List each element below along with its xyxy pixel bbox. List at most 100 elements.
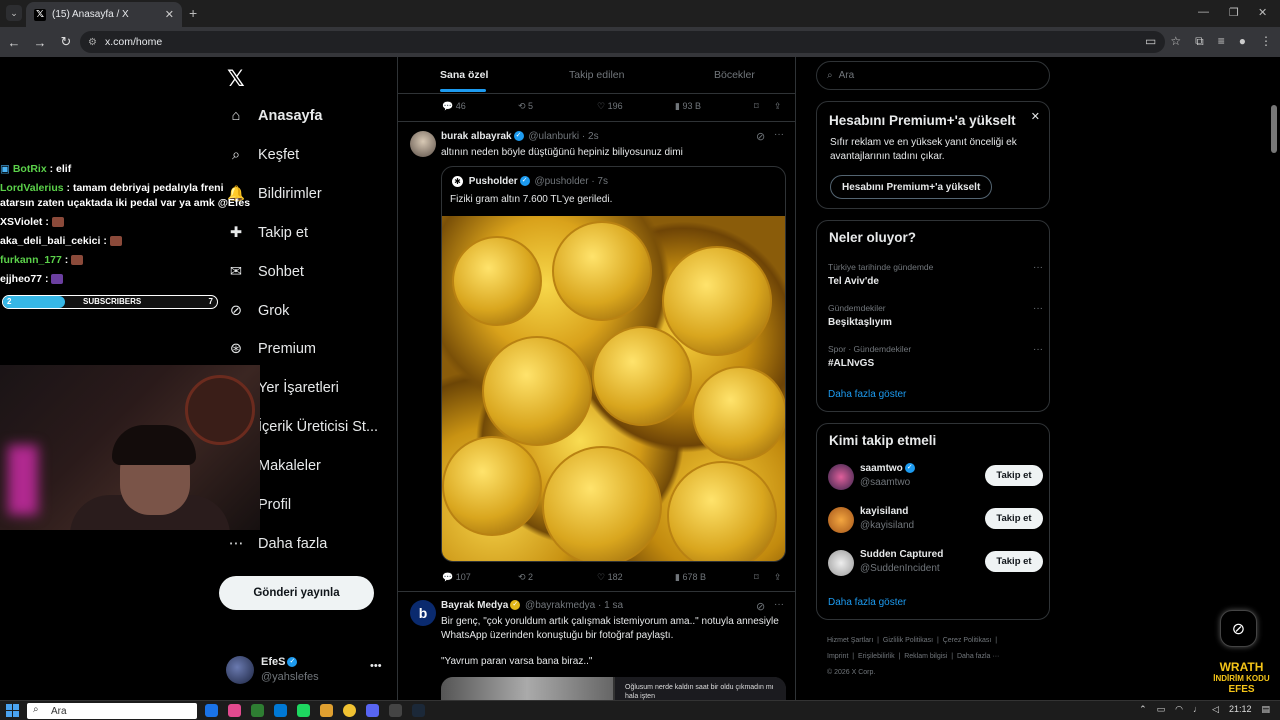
toolbar-icons: ▭ ☆ ⧉ ≡ ● ⋮ (1145, 34, 1272, 49)
more-dots-icon[interactable]: ··· (774, 129, 784, 140)
tab-following[interactable]: Takip edilen (569, 69, 624, 81)
like-button[interactable]: ♡ 182 (597, 572, 623, 583)
discord-icon[interactable] (366, 704, 379, 717)
show-more-trends-link[interactable]: Daha fazla göster (828, 389, 906, 400)
footer-link[interactable]: Daha fazla ··· (957, 653, 999, 660)
share-icon[interactable]: ⇪ (774, 101, 782, 112)
quoted-tweet[interactable]: ✱ Pusholder ✓ @pusholder · 7s Fiziki gram… (441, 166, 786, 562)
tab-for-you[interactable]: Sana özel (440, 69, 488, 81)
x-logo-icon: 𝕏 (34, 8, 46, 21)
restore-icon[interactable]: ❐ (1229, 6, 1239, 19)
premium-title: Hesabını Premium+'a yükselt (829, 113, 1016, 128)
bookmark-icon[interactable]: ⌑ (754, 101, 759, 112)
tab-spaces[interactable]: Böcekler (714, 69, 755, 81)
minimize-icon[interactable]: — (1198, 6, 1209, 18)
chrome-icon[interactable] (343, 704, 356, 717)
bookmark-star-icon[interactable]: ☆ (1170, 34, 1181, 49)
nav-item-grok[interactable]: ⊘ Grok (226, 301, 290, 321)
footer-link[interactable]: Erişilebilirlik (858, 653, 895, 660)
nav-item-home[interactable]: ⌂ Anasayfa (226, 106, 323, 126)
nav-item-more[interactable]: ⋯ Daha fazla (226, 534, 328, 554)
address-bar[interactable]: ⚙ x.com/home (80, 31, 1165, 53)
footer-link[interactable]: Reklam bilgisi (904, 653, 947, 660)
mic-icon[interactable]: ♩ (1193, 704, 1202, 715)
clock[interactable]: 21:12 (1229, 704, 1252, 715)
trend-item[interactable]: Türkiye tarihinde gündemde Tel Aviv'de ·… (828, 262, 1043, 287)
tweet-image[interactable]: Oğlusum nerde kaldın saat bir oldu çıkma… (441, 677, 786, 700)
forward-icon[interactable]: → (28, 35, 52, 50)
app-icon[interactable] (274, 704, 287, 717)
network-icon[interactable]: ▭ (1157, 704, 1166, 715)
volume-icon[interactable]: ◁ (1212, 704, 1219, 715)
back-icon[interactable]: ← (2, 35, 26, 50)
x-logo-icon[interactable]: 𝕏 (227, 66, 245, 92)
views-button[interactable]: ▮ 93 B (675, 101, 701, 112)
grok-fab-button[interactable]: ⊘ (1220, 610, 1257, 647)
reload-icon[interactable]: ↻ (54, 34, 78, 50)
edge-icon[interactable] (205, 704, 218, 717)
follow-suggestion[interactable]: kayisiland @kayisiland Takip et (828, 505, 1043, 535)
footer-link[interactable]: Hizmet Şartları (827, 637, 873, 644)
app-icon[interactable] (228, 704, 241, 717)
footer-link[interactable]: Çerez Politikası (943, 637, 992, 644)
scrollbar-thumb[interactable] (1271, 105, 1277, 153)
trend-item[interactable]: Gündemdekiler Beşiktaşlıyım ··· (828, 303, 1043, 328)
app-icon[interactable] (251, 704, 264, 717)
nav-item-premium[interactable]: ⊛ Premium (226, 339, 316, 359)
share-icon[interactable]: ⇪ (774, 572, 782, 583)
cast-icon[interactable]: ▭ (1145, 34, 1156, 49)
repost-button[interactable]: ⟲ 5 (518, 101, 533, 112)
reading-list-icon[interactable]: ≡ (1218, 34, 1225, 49)
post-button[interactable]: Gönderi yayınla (219, 576, 374, 610)
profile-avatar-icon[interactable]: ● (1239, 34, 1246, 49)
steam-icon[interactable] (412, 704, 425, 717)
account-switcher[interactable]: EfeS ✓ @yahslefes ••• (226, 656, 386, 686)
new-tab-button[interactable]: + (189, 5, 197, 21)
more-dots-icon[interactable]: ··· (774, 599, 784, 610)
follow-button[interactable]: Takip et (985, 508, 1043, 529)
like-button[interactable]: ♡ 196 (597, 101, 623, 112)
more-dots-icon[interactable]: ··· (1033, 344, 1043, 355)
app-icon[interactable] (389, 704, 402, 717)
profile-name: EfeS ✓ (261, 656, 299, 668)
close-icon[interactable]: ✕ (1031, 110, 1040, 123)
avatar[interactable]: b (410, 600, 436, 626)
notification-icon[interactable]: ▤ (1261, 704, 1270, 715)
grok-icon[interactable]: ⊘ (756, 600, 765, 613)
more-dots-icon[interactable]: ··· (1033, 262, 1043, 273)
avatar[interactable] (410, 131, 436, 157)
grok-icon[interactable]: ⊘ (756, 130, 765, 143)
close-tab-icon[interactable]: ✕ (165, 8, 174, 21)
footer-link[interactable]: Gizlilik Politikası (883, 637, 933, 644)
more-dots-icon[interactable]: ··· (1033, 303, 1043, 314)
reply-button[interactable]: 💬 46 (442, 101, 466, 112)
wifi-icon[interactable]: ◠ (1175, 704, 1183, 715)
search-input[interactable]: ⌕ Ara (816, 61, 1050, 90)
spotify-icon[interactable] (297, 704, 310, 717)
show-more-follow-link[interactable]: Daha fazla göster (828, 597, 906, 608)
gold-coins-image[interactable] (442, 216, 785, 561)
site-info-icon[interactable]: ⚙ (88, 37, 97, 48)
follow-suggestion[interactable]: Sudden Captured @SuddenIncident Takip et (828, 548, 1043, 578)
suggestion-handle: @saamtwo (860, 477, 911, 488)
more-dots-icon[interactable]: ••• (370, 660, 382, 672)
follow-button[interactable]: Takip et (985, 551, 1043, 572)
reply-button[interactable]: 💬 107 (442, 572, 471, 583)
extensions-icon[interactable]: ⧉ (1195, 34, 1204, 49)
windows-start-icon[interactable] (6, 704, 19, 717)
folder-icon[interactable] (320, 704, 333, 717)
premium-upgrade-button[interactable]: Hesabını Premium+'a yükselt (830, 175, 993, 199)
taskbar-search[interactable]: ⌕ Ara (27, 703, 197, 719)
follow-suggestion[interactable]: saamtwo ✓ @saamtwo Takip et (828, 462, 1043, 492)
tray-chevron-icon[interactable]: ⌃ (1139, 704, 1147, 715)
tab-search-button[interactable]: ⌄ (6, 5, 22, 21)
browser-tab[interactable]: 𝕏 (15) Anasayfa / X ✕ (26, 2, 182, 27)
close-window-icon[interactable]: ✕ (1258, 6, 1267, 19)
footer-link[interactable]: Imprint (827, 653, 848, 660)
follow-button[interactable]: Takip et (985, 465, 1043, 486)
menu-icon[interactable]: ⋮ (1260, 34, 1272, 49)
views-button[interactable]: ▮ 678 B (675, 572, 706, 583)
repost-button[interactable]: ⟲ 2 (518, 572, 533, 583)
bookmark-icon[interactable]: ⌑ (754, 572, 759, 583)
trend-item[interactable]: Spor · Gündemdekiler #ALNvGS ··· (828, 344, 1043, 369)
